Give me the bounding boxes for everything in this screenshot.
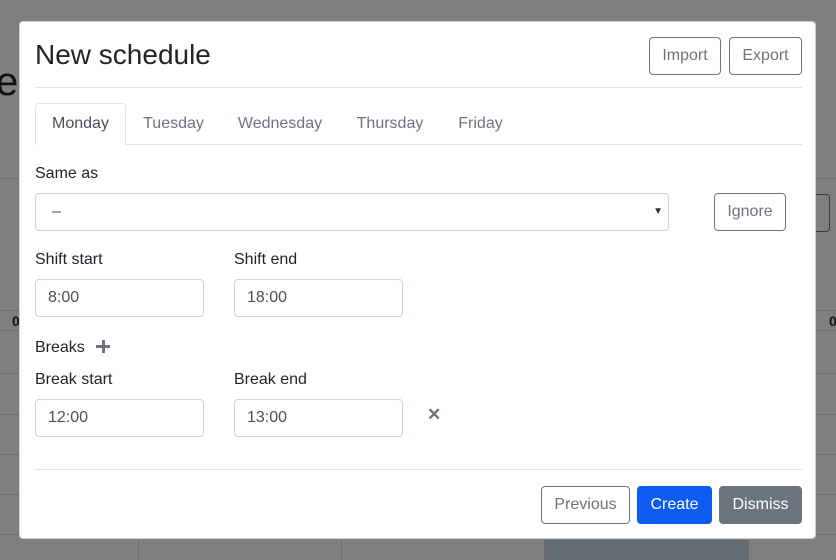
same-as-selected-value: –	[52, 203, 61, 220]
create-button[interactable]: Create	[637, 486, 712, 524]
new-schedule-modal: New schedule Import Export Monday Tuesda…	[19, 21, 816, 539]
break-start-input[interactable]	[35, 399, 204, 437]
previous-button[interactable]: Previous	[541, 486, 630, 524]
tab-wednesday[interactable]: Wednesday	[221, 103, 339, 145]
shift-start-input[interactable]	[35, 279, 204, 317]
dismiss-button[interactable]: Dismiss	[719, 486, 802, 524]
same-as-select[interactable]: – ▼	[35, 193, 669, 231]
break-start-label: Break start	[35, 371, 113, 388]
shift-end-input[interactable]	[234, 279, 403, 317]
same-as-label: Same as	[35, 165, 99, 182]
modal-title: New schedule	[35, 39, 211, 70]
shift-end-label: Shift end	[234, 251, 298, 268]
break-end-input[interactable]	[234, 399, 403, 437]
shift-start-label: Shift start	[35, 251, 103, 268]
break-end-label: Break end	[234, 371, 307, 388]
import-button[interactable]: Import	[649, 37, 721, 75]
export-button[interactable]: Export	[729, 37, 802, 75]
breaks-label: Breaks	[35, 339, 85, 356]
tab-monday[interactable]: Monday	[35, 103, 126, 145]
close-icon[interactable]: ✕	[427, 406, 441, 423]
ignore-button[interactable]: Ignore	[714, 193, 786, 231]
day-tabs: Monday Tuesday Wednesday Thursday Friday	[35, 103, 802, 145]
tab-thursday[interactable]: Thursday	[339, 103, 441, 145]
header-divider	[35, 87, 802, 88]
chevron-down-icon: ▼	[653, 206, 663, 217]
footer-divider	[35, 469, 802, 470]
tab-friday[interactable]: Friday	[441, 103, 520, 145]
plus-icon[interactable]	[95, 338, 111, 354]
tab-tuesday[interactable]: Tuesday	[126, 103, 221, 145]
